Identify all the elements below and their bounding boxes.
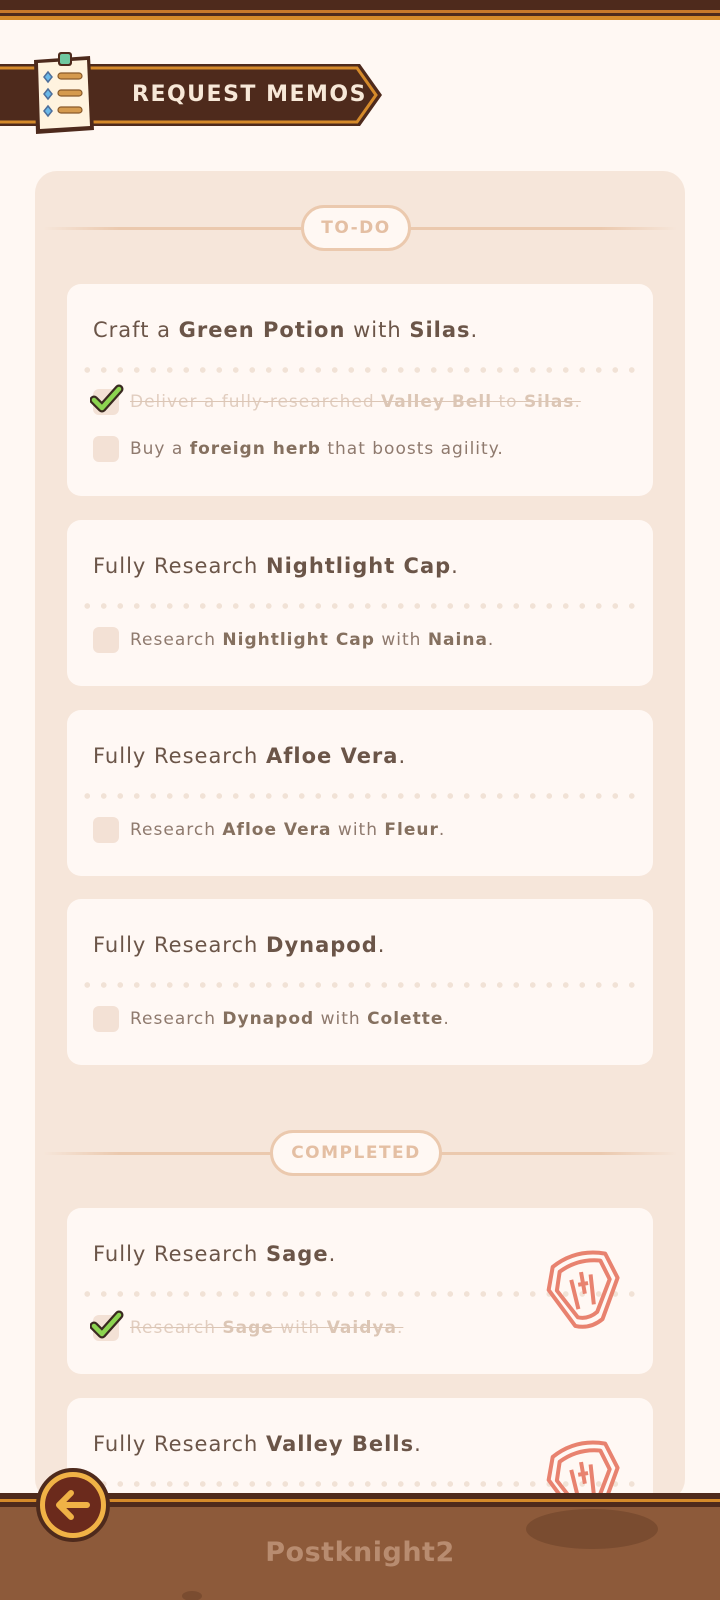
dotted-divider bbox=[79, 367, 645, 373]
card-title: Craft a Green Potion with Silas. bbox=[93, 318, 479, 342]
dotted-divider bbox=[79, 793, 645, 799]
memo-card-green-potion[interactable]: Craft a Green Potion with Silas. Deliver… bbox=[67, 284, 653, 496]
memo-card-afloe-vera[interactable]: Fully Research Afloe Vera. Research Aflo… bbox=[67, 710, 653, 876]
task-item[interactable]: Deliver a fully-researched Valley Bell t… bbox=[90, 384, 581, 416]
completed-divider: COMPLETED bbox=[43, 1128, 677, 1178]
task-item[interactable]: Research Nightlight Cap with Naina. bbox=[93, 626, 494, 654]
ground-dot bbox=[182, 1591, 202, 1600]
task-item[interactable]: Buy a foreign herb that boosts agility. bbox=[93, 435, 504, 463]
card-title: Fully Research Valley Bells. bbox=[93, 1432, 422, 1456]
memo-card-sage[interactable]: Fully Research Sage. Research Sage with … bbox=[67, 1208, 653, 1374]
todo-divider: TO-DO bbox=[43, 203, 677, 253]
card-title: Fully Research Afloe Vera. bbox=[93, 744, 407, 768]
header-banner: REQUEST MEMOS bbox=[0, 52, 384, 134]
task-checkbox[interactable] bbox=[90, 1310, 124, 1341]
back-arrow-icon bbox=[56, 1490, 90, 1520]
memo-panel[interactable]: TO-DO Craft a Green Potion with Silas. D… bbox=[35, 171, 685, 1518]
clipboard-memo-icon bbox=[28, 50, 98, 140]
back-button[interactable] bbox=[36, 1468, 110, 1542]
page-title: REQUEST MEMOS bbox=[132, 82, 367, 107]
task-text: Deliver a fully-researched Valley Bell t… bbox=[130, 392, 581, 412]
card-title: Fully Research Sage. bbox=[93, 1242, 337, 1266]
task-checkbox[interactable] bbox=[93, 817, 119, 843]
task-item[interactable]: Research Afloe Vera with Fleur. bbox=[93, 816, 445, 844]
task-item[interactable]: Research Sage with Vaidya. bbox=[90, 1310, 404, 1342]
memo-card-dynapod[interactable]: Fully Research Dynapod. Research Dynapod… bbox=[67, 899, 653, 1065]
task-checkbox[interactable] bbox=[93, 1006, 119, 1032]
task-checkbox[interactable] bbox=[90, 384, 124, 415]
top-border bbox=[0, 0, 720, 20]
green-checkmark-icon bbox=[90, 1310, 124, 1339]
dotted-divider bbox=[79, 603, 645, 609]
task-text: Buy a foreign herb that boosts agility. bbox=[130, 439, 504, 459]
green-checkmark-icon bbox=[90, 384, 124, 413]
brand-logo: Postknight2 bbox=[265, 1537, 455, 1568]
task-text: Research Nightlight Cap with Naina. bbox=[130, 630, 495, 650]
task-checkbox[interactable] bbox=[93, 436, 119, 462]
dotted-divider bbox=[79, 982, 645, 988]
task-checkbox[interactable] bbox=[93, 627, 119, 653]
memo-card-nightlight-cap[interactable]: Fully Research Nightlight Cap. Research … bbox=[67, 520, 653, 686]
card-title: Fully Research Dynapod. bbox=[93, 933, 386, 957]
task-text: Research Dynapod with Colette. bbox=[130, 1009, 450, 1029]
completed-label: COMPLETED bbox=[270, 1130, 442, 1176]
todo-label: TO-DO bbox=[301, 205, 411, 251]
task-text: Research Afloe Vera with Fleur. bbox=[130, 820, 446, 840]
back-button-inner bbox=[45, 1477, 101, 1533]
completed-stamp-icon bbox=[546, 1250, 620, 1329]
card-title: Fully Research Nightlight Cap. bbox=[93, 554, 459, 578]
task-item[interactable]: Research Dynapod with Colette. bbox=[93, 1005, 450, 1033]
task-text: Research Sage with Vaidya. bbox=[130, 1318, 404, 1338]
